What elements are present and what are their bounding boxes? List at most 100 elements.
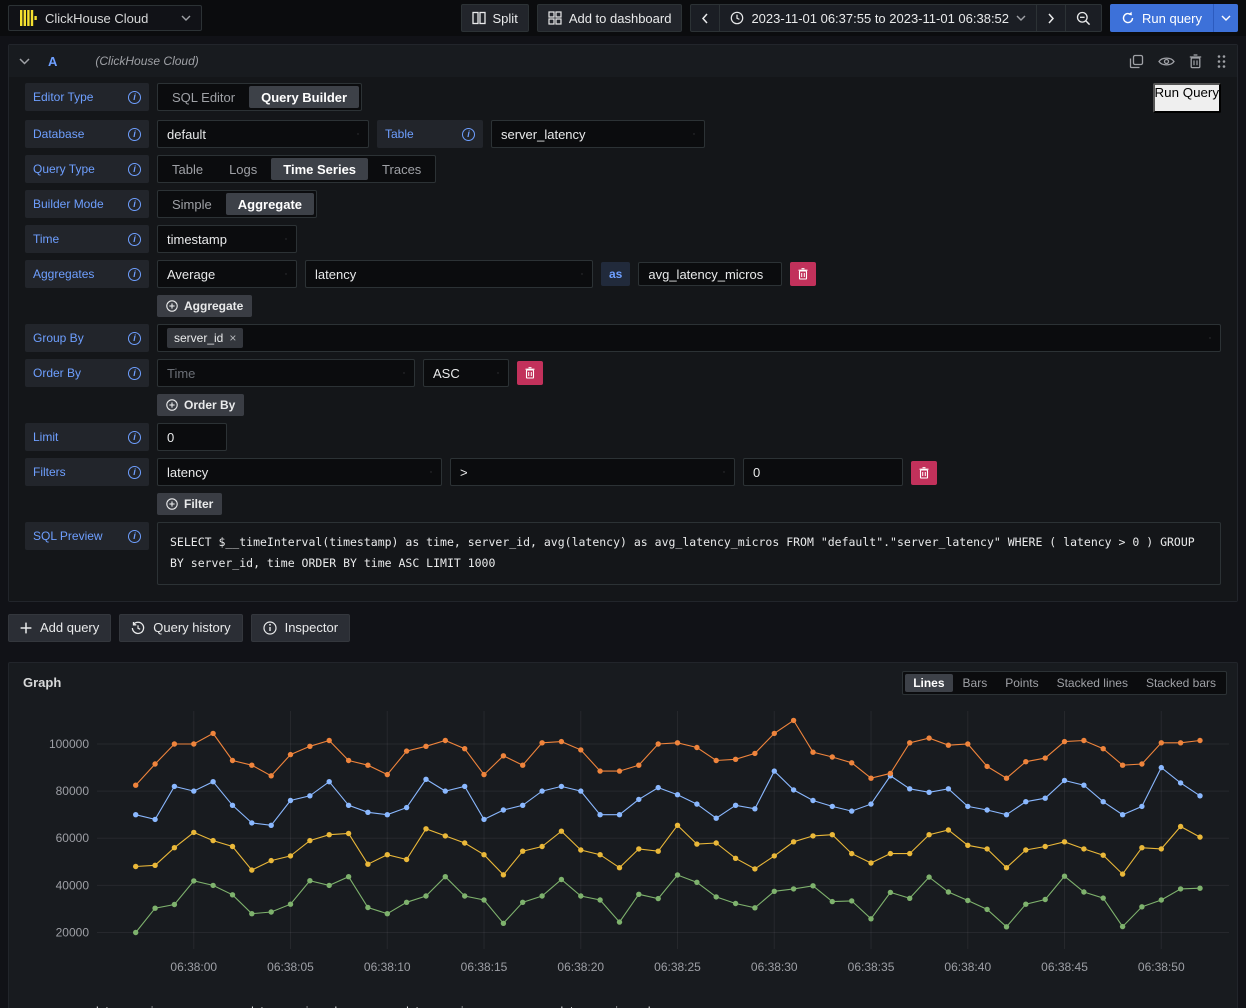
order-direction-select[interactable]: ASC xyxy=(423,359,509,387)
data-point xyxy=(1197,793,1202,798)
data-point xyxy=(946,742,951,747)
data-point xyxy=(1120,871,1125,876)
add-to-dashboard-button[interactable]: Add to dashboard xyxy=(537,4,683,32)
data-point xyxy=(1023,847,1028,852)
inspector-button[interactable]: Inspector xyxy=(251,614,350,642)
query-row-header: A (ClickHouse Cloud) xyxy=(9,45,1237,77)
option-stacked-lines[interactable]: Stacked lines xyxy=(1049,674,1136,692)
hide-query-eye-icon[interactable] xyxy=(1158,55,1175,68)
option-simple[interactable]: Simple xyxy=(160,193,224,215)
data-point xyxy=(249,820,254,825)
data-point xyxy=(830,754,835,759)
add-query-button[interactable]: Add query xyxy=(8,614,111,642)
table-select[interactable]: server_latency xyxy=(491,120,705,148)
data-point xyxy=(714,840,719,845)
chevron-down-icon xyxy=(277,271,287,277)
remove-tag-icon[interactable]: × xyxy=(229,331,236,345)
option-sql-editor[interactable]: SQL Editor xyxy=(160,86,247,108)
option-lines[interactable]: Lines xyxy=(905,674,952,692)
add-filter-button[interactable]: Filter xyxy=(157,493,222,515)
filter-value-input[interactable]: 0 xyxy=(743,458,903,486)
timeseries-chart[interactable]: 2000040000600008000010000006:38:0006:38:… xyxy=(19,699,1243,997)
data-point xyxy=(1159,846,1164,851)
svg-text:06:38:30: 06:38:30 xyxy=(751,960,798,974)
data-point xyxy=(656,741,661,746)
data-point xyxy=(1197,834,1202,839)
legend-label: avg_latency_micros a xyxy=(70,1004,186,1008)
remove-filter-button[interactable] xyxy=(911,461,937,485)
option-table[interactable]: Table xyxy=(160,158,215,180)
option-points[interactable]: Points xyxy=(997,674,1046,692)
time-column-select[interactable]: timestamp xyxy=(157,225,297,253)
add-aggregate-button[interactable]: Aggregate xyxy=(157,295,252,317)
group-by-tag[interactable]: server_id × xyxy=(167,328,243,348)
split-button[interactable]: Split xyxy=(461,4,529,32)
remove-aggregate-button[interactable] xyxy=(790,262,816,286)
data-point xyxy=(1139,761,1144,766)
time-range-button[interactable]: 2023-11-01 06:37:55 to 2023-11-01 06:38:… xyxy=(719,4,1036,32)
datasource-picker[interactable]: ClickHouse Cloud xyxy=(8,5,202,31)
limit-input[interactable]: 0 xyxy=(157,423,227,451)
option-aggregate[interactable]: Aggregate xyxy=(226,193,314,215)
run-query-button[interactable]: Run query xyxy=(1110,4,1213,32)
info-icon: i xyxy=(462,128,475,141)
data-point xyxy=(307,793,312,798)
order-by-column-select[interactable]: Time xyxy=(157,359,415,387)
database-select[interactable]: default xyxy=(157,120,369,148)
circle-plus-icon xyxy=(166,399,178,411)
data-point xyxy=(520,848,525,853)
option-logs[interactable]: Logs xyxy=(217,158,269,180)
legend-item[interactable]: avg_latency_micros a xyxy=(49,1004,186,1008)
data-point xyxy=(230,843,235,848)
data-point xyxy=(752,905,757,910)
group-by-multiselect[interactable]: server_id × xyxy=(157,324,1221,352)
add-order-by-button[interactable]: Order By xyxy=(157,394,244,416)
data-point xyxy=(772,768,777,773)
group-by-label: Group By i xyxy=(25,324,149,352)
query-history-button[interactable]: Query history xyxy=(119,614,242,642)
limit-label: Limit i xyxy=(25,423,149,451)
split-label: Split xyxy=(493,11,518,26)
option-time-series[interactable]: Time Series xyxy=(271,158,368,180)
data-point xyxy=(191,829,196,834)
data-point xyxy=(1062,839,1067,844)
option-bars[interactable]: Bars xyxy=(955,674,996,692)
filter-operator-select[interactable]: > xyxy=(450,458,735,486)
legend-item[interactable]: avg_latency_micros c xyxy=(359,1004,495,1008)
data-point xyxy=(733,756,738,761)
data-point xyxy=(152,905,157,910)
filter-column-select[interactable]: latency xyxy=(157,458,442,486)
data-point xyxy=(539,740,544,745)
time-shift-back-button[interactable] xyxy=(690,4,719,32)
data-point xyxy=(1197,737,1202,742)
time-picker: 2023-11-01 06:37:55 to 2023-11-01 06:38:… xyxy=(690,4,1102,32)
svg-text:06:38:50: 06:38:50 xyxy=(1138,960,1185,974)
legend-item[interactable]: avg_latency_micros d xyxy=(514,1004,651,1008)
remove-order-by-button[interactable] xyxy=(517,361,543,385)
data-point xyxy=(791,886,796,891)
query-ref-id[interactable]: A xyxy=(48,54,57,69)
legend-label: avg_latency_micros c xyxy=(380,1004,495,1008)
filters-label: Filters i xyxy=(25,458,149,486)
svg-text:06:38:00: 06:38:00 xyxy=(170,960,217,974)
data-point xyxy=(984,807,989,812)
data-point xyxy=(714,815,719,820)
time-zoom-out-button[interactable] xyxy=(1065,4,1102,32)
option-stacked-bars[interactable]: Stacked bars xyxy=(1138,674,1224,692)
legend-item[interactable]: avg_latency_micros b xyxy=(204,1004,341,1008)
aggregate-alias-input[interactable]: avg_latency_micros xyxy=(638,262,782,286)
svg-text:06:38:25: 06:38:25 xyxy=(654,960,701,974)
editor-run-query-button[interactable]: Run Query xyxy=(1153,83,1221,113)
data-point xyxy=(849,760,854,765)
drag-handle-icon[interactable] xyxy=(1216,54,1227,69)
duplicate-query-icon[interactable] xyxy=(1129,54,1144,69)
option-traces[interactable]: Traces xyxy=(370,158,433,180)
aggregate-column-select[interactable]: latency xyxy=(305,260,593,288)
delete-query-trash-icon[interactable] xyxy=(1189,54,1202,69)
collapse-chevron-icon[interactable] xyxy=(19,58,30,65)
option-query-builder[interactable]: Query Builder xyxy=(249,86,359,108)
time-shift-forward-button[interactable] xyxy=(1036,4,1065,32)
query-editor-panel: A (ClickHouse Cloud) xyxy=(8,44,1238,602)
run-query-dropdown-button[interactable] xyxy=(1213,4,1238,32)
aggregate-function-select[interactable]: Average xyxy=(157,260,297,288)
